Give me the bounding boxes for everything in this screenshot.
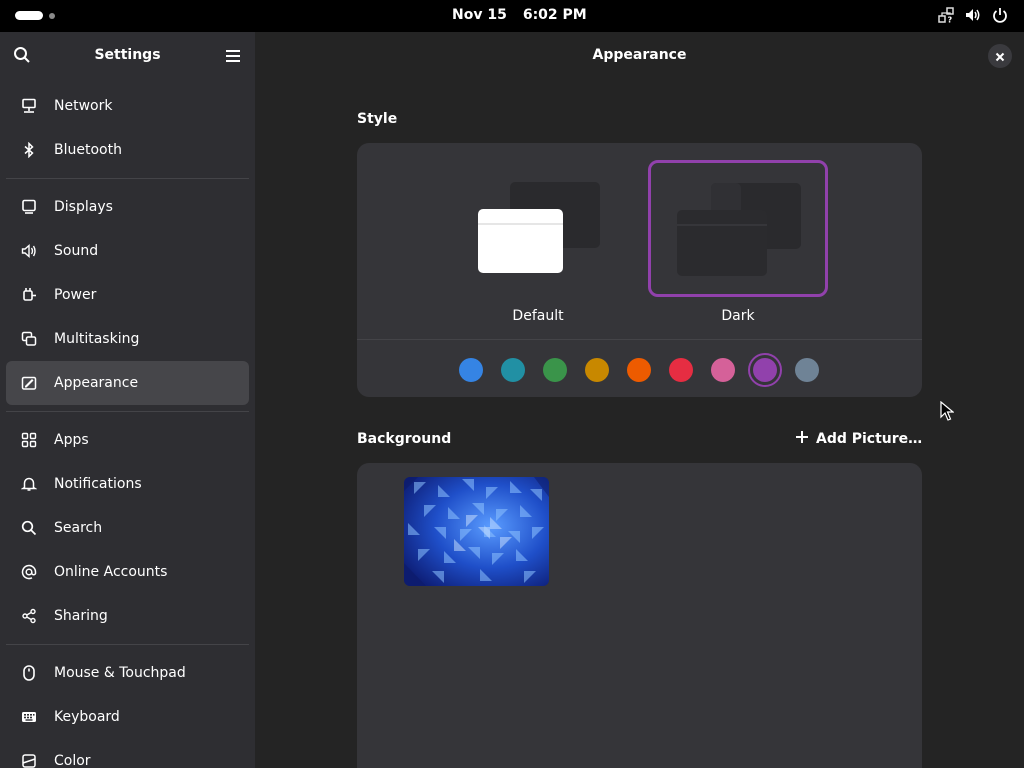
sidebar-item-search[interactable]: Search (6, 506, 249, 550)
sidebar-item-online-accounts[interactable]: Online Accounts (6, 550, 249, 594)
page-title: Appearance (592, 47, 687, 63)
sidebar-item-appearance[interactable]: Appearance (6, 361, 249, 405)
bluetooth-icon (20, 141, 37, 158)
add-picture-label: Add Picture… (816, 431, 923, 447)
accent-color-row (357, 353, 922, 387)
sidebar-item-label: Power (54, 287, 97, 303)
activities-indicator[interactable] (15, 11, 55, 20)
sidebar-item-label: Sound (54, 243, 99, 259)
accent-yellow[interactable] (585, 358, 609, 382)
clock[interactable]: Nov 15 6:02 PM (452, 7, 587, 23)
wallpaper-thumbnail[interactable] (404, 477, 549, 586)
hamburger-menu-icon[interactable] (225, 48, 241, 67)
sidebar-separator (6, 411, 249, 412)
style-card: Default Dark (357, 143, 922, 397)
sidebar-header: Settings (0, 32, 255, 78)
style-option-dark[interactable] (648, 160, 828, 297)
style-option-default[interactable] (468, 160, 648, 297)
accent-red[interactable] (669, 358, 693, 382)
workspace-dot (49, 12, 55, 19)
style-option-default-label: Default (512, 308, 564, 324)
sidebar-item-network[interactable]: Network (6, 84, 249, 128)
clock-time: 6:02 PM (522, 7, 587, 23)
accent-orange[interactable] (627, 358, 651, 382)
bell-icon (20, 475, 37, 492)
sidebar-item-sharing[interactable]: Sharing (6, 594, 249, 638)
sidebar-title: Settings (94, 47, 161, 63)
settings-sidebar: Settings Network Bluetooth Displays Soun… (0, 32, 255, 768)
mouse-icon (20, 664, 37, 681)
clock-date: Nov 15 (452, 7, 507, 23)
apps-grid-icon (20, 431, 37, 448)
sidebar-item-label: Appearance (54, 375, 139, 391)
power-plug-icon (20, 286, 37, 303)
sidebar-item-multitasking[interactable]: Multitasking (6, 317, 249, 361)
main-panel: Appearance Style Default Dark Background… (255, 32, 1024, 768)
accent-green[interactable] (543, 358, 567, 382)
sidebar-item-label: Color (54, 753, 91, 768)
plus-icon (795, 430, 809, 448)
sidebar-item-color[interactable]: Color (6, 739, 249, 768)
sound-icon (20, 242, 37, 259)
sidebar-item-label: Apps (54, 432, 89, 448)
accent-slate[interactable] (795, 358, 819, 382)
sidebar-item-label: Sharing (54, 608, 108, 624)
top-bar: Nov 15 6:02 PM ? (0, 0, 1024, 32)
background-section-title: Background (357, 431, 452, 447)
power-icon (992, 7, 1008, 23)
sidebar-item-label: Online Accounts (54, 564, 168, 580)
dark-style-preview (677, 183, 801, 276)
sidebar-separator (6, 644, 249, 645)
background-card (357, 463, 922, 768)
appearance-icon (20, 374, 37, 391)
sidebar-item-label: Search (54, 520, 103, 536)
network-icon (20, 97, 37, 114)
sidebar-item-apps[interactable]: Apps (6, 418, 249, 462)
add-picture-button[interactable]: Add Picture… (795, 430, 922, 448)
multitasking-icon (20, 330, 37, 347)
sidebar-separator (6, 178, 249, 179)
at-icon (20, 563, 37, 580)
sidebar-item-power[interactable]: Power (6, 273, 249, 317)
search-icon (20, 519, 37, 536)
close-icon (995, 47, 1005, 66)
default-style-preview (478, 182, 600, 273)
sidebar-list: Network Bluetooth Displays Sound Power M… (0, 84, 255, 768)
style-option-dark-label: Dark (721, 308, 755, 324)
accent-purple[interactable] (753, 358, 777, 382)
network-unknown-icon: ? (938, 7, 954, 23)
sidebar-item-mouse-touchpad[interactable]: Mouse & Touchpad (6, 651, 249, 695)
style-card-divider (357, 339, 922, 340)
system-status-area[interactable]: ? (938, 7, 1008, 23)
sidebar-item-displays[interactable]: Displays (6, 185, 249, 229)
share-icon (20, 607, 37, 624)
accent-pink[interactable] (711, 358, 735, 382)
accent-teal[interactable] (501, 358, 525, 382)
sidebar-item-label: Notifications (54, 476, 142, 492)
color-icon (20, 752, 37, 768)
sidebar-item-label: Mouse & Touchpad (54, 665, 186, 681)
sidebar-item-notifications[interactable]: Notifications (6, 462, 249, 506)
style-section-title: Style (357, 111, 398, 127)
sidebar-item-sound[interactable]: Sound (6, 229, 249, 273)
sidebar-item-label: Bluetooth (54, 142, 122, 158)
close-button[interactable] (988, 44, 1012, 68)
mouse-pointer-icon (940, 400, 955, 425)
sidebar-item-label: Keyboard (54, 709, 120, 725)
keyboard-icon (20, 708, 37, 725)
sidebar-item-keyboard[interactable]: Keyboard (6, 695, 249, 739)
display-icon (20, 198, 37, 215)
main-header: Appearance (255, 32, 1024, 78)
workspace-active-pill (15, 11, 43, 20)
svg-text:?: ? (948, 16, 953, 24)
volume-icon (964, 7, 982, 23)
sidebar-item-label: Network (54, 98, 113, 114)
wallpaper-image (404, 477, 549, 586)
sidebar-item-label: Multitasking (54, 331, 140, 347)
sidebar-item-bluetooth[interactable]: Bluetooth (6, 128, 249, 172)
accent-blue[interactable] (459, 358, 483, 382)
sidebar-item-label: Displays (54, 199, 113, 215)
